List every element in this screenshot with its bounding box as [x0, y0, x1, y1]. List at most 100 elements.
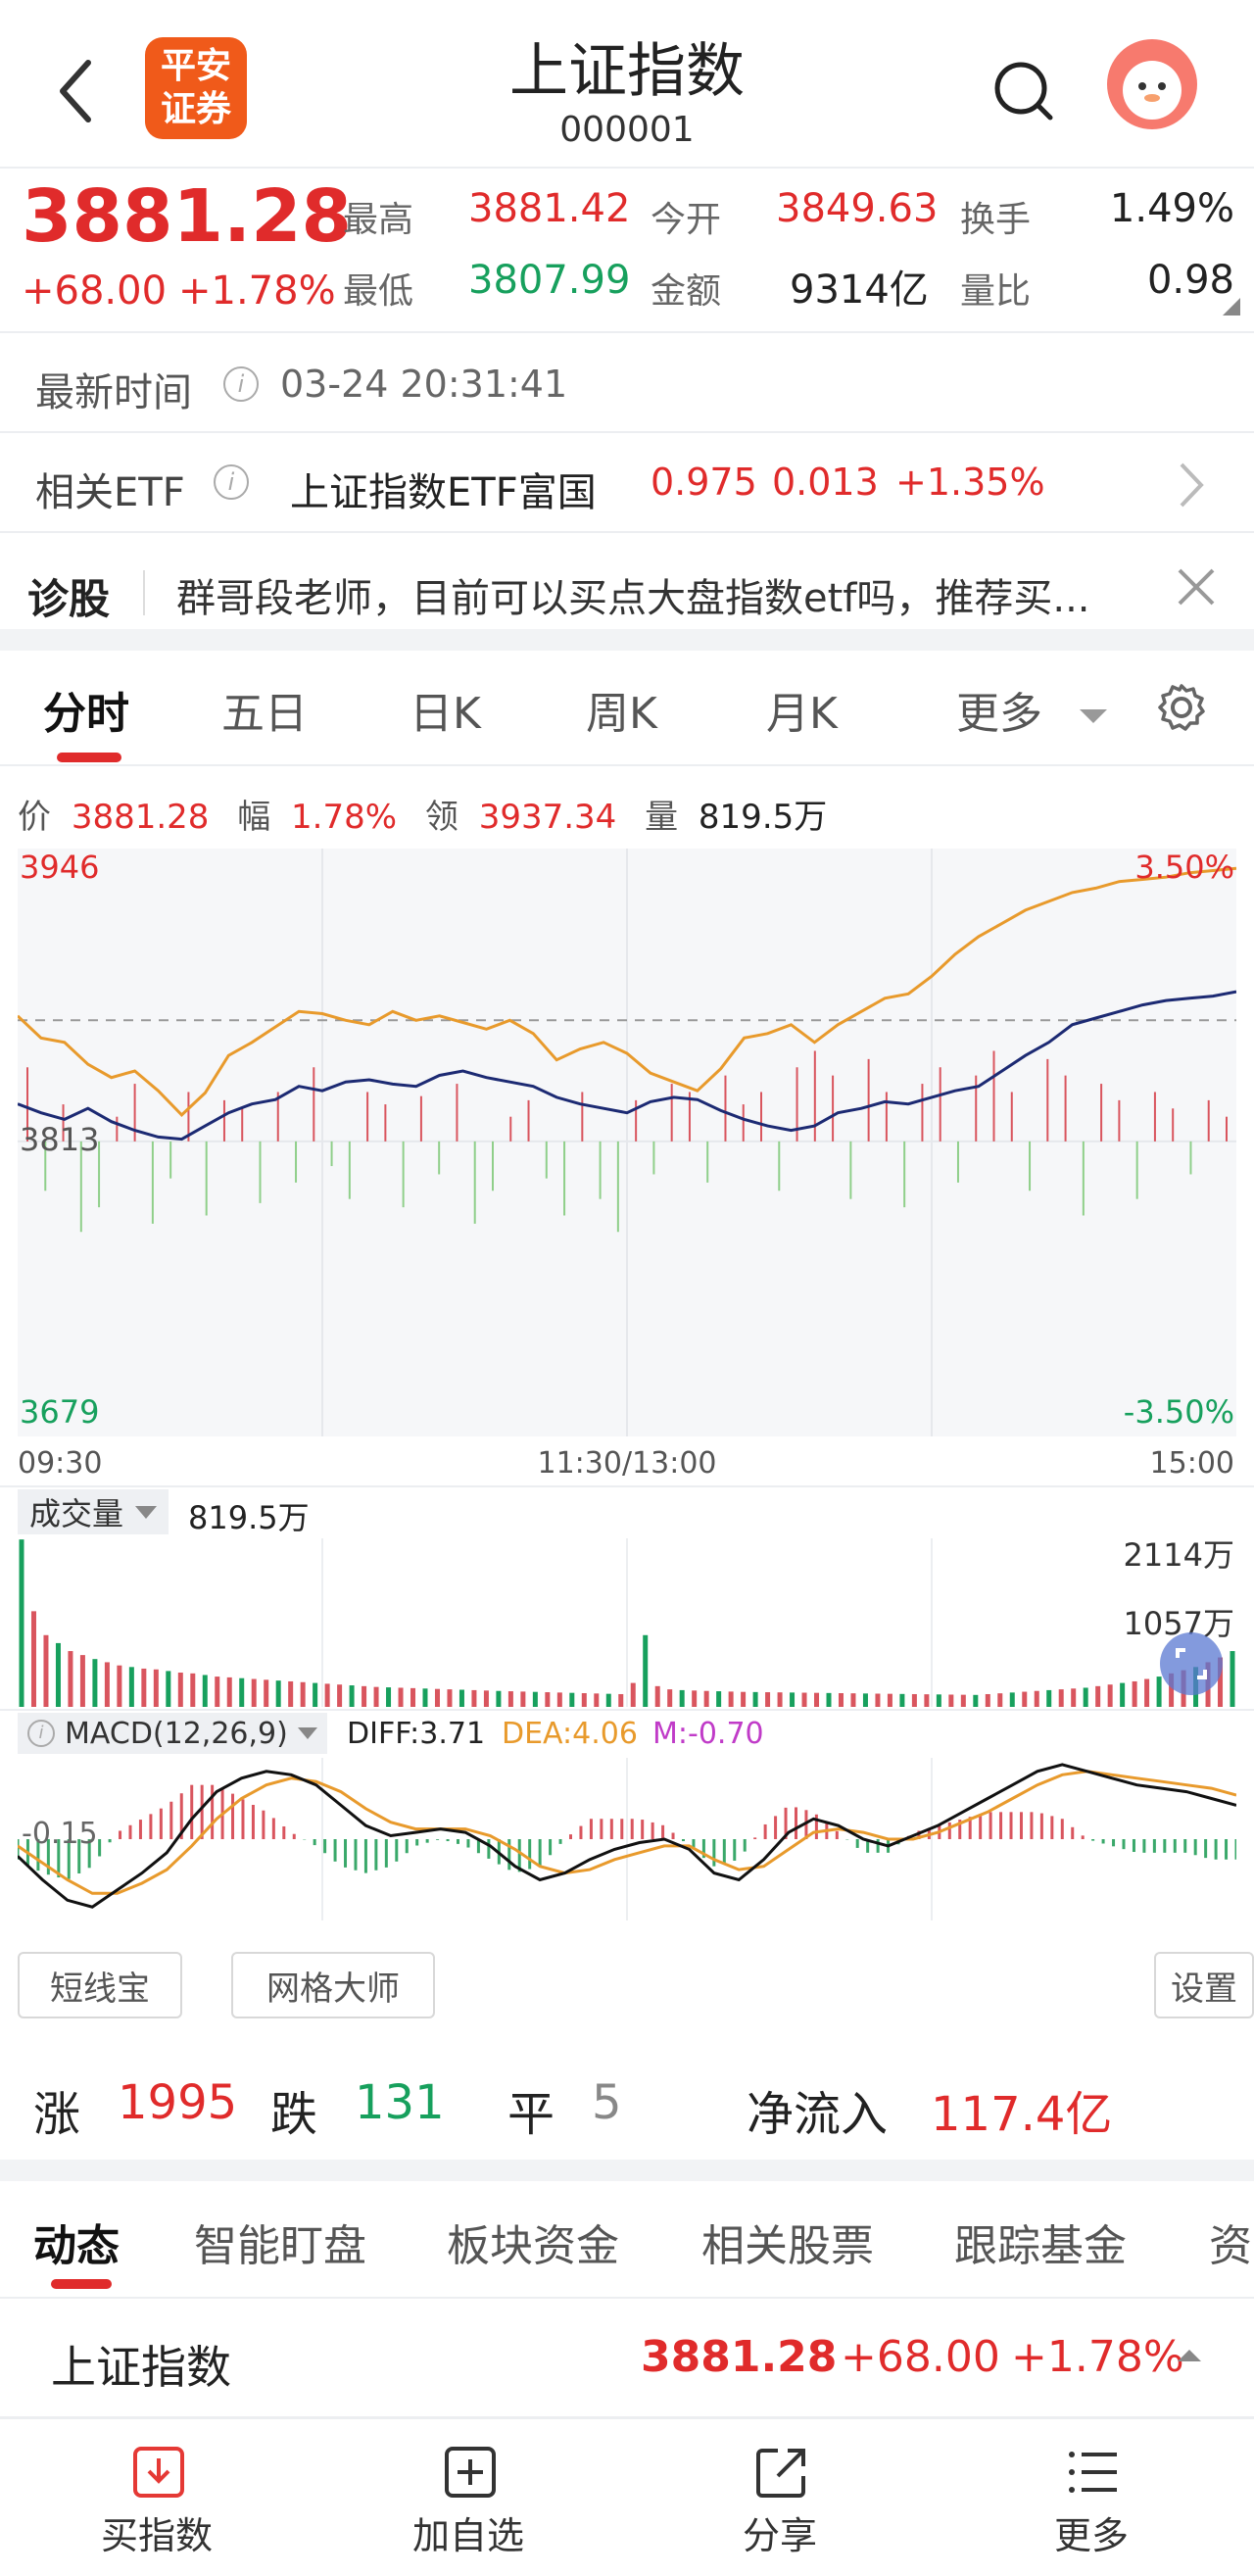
add-watchlist-button[interactable]: 加自选: [370, 2445, 566, 2559]
gear-icon[interactable]: [1156, 682, 1207, 737]
divider: [0, 2416, 1254, 2419]
grid-master-button[interactable]: 网格大师: [231, 1952, 435, 2018]
price-change: +68.00: [22, 268, 168, 314]
divider: [0, 1709, 1254, 1711]
volume-bar: [1046, 1689, 1052, 1707]
volume-bar: [790, 1692, 796, 1707]
tab-daily-k[interactable]: 日K: [410, 678, 481, 741]
intraday-chart[interactable]: [18, 849, 1236, 1436]
volume-bar: [362, 1685, 367, 1707]
volume-bar: [985, 1693, 990, 1707]
more-button[interactable]: 更多: [993, 2445, 1189, 2559]
caret-down-icon: [1080, 709, 1107, 723]
divider: [143, 570, 145, 615]
volume-bar: [117, 1665, 122, 1707]
ticker-name: 上证指数: [51, 2341, 231, 2394]
volume-bar: [1144, 1678, 1150, 1707]
volume-bar: [386, 1687, 392, 1707]
up-count: 1995: [118, 2075, 238, 2130]
broker-logo: 平安 证券: [145, 37, 247, 139]
volume-bar: [936, 1694, 941, 1707]
tab-tracking-funds[interactable]: 跟踪基金: [954, 2211, 1127, 2273]
short-term-button[interactable]: 短线宝: [18, 1952, 182, 2018]
caret-up-icon[interactable]: [1178, 2350, 1201, 2361]
flat-label: 平: [507, 2087, 555, 2142]
stat-label: 最低: [343, 271, 414, 312]
volume-bar: [55, 1642, 61, 1707]
stock-code: 000001: [559, 110, 695, 150]
stat-label: 换手: [960, 200, 1032, 240]
etf-pct: +1.35%: [895, 461, 1045, 504]
tab-weekly-k[interactable]: 周K: [586, 678, 657, 741]
nav-label: 分享: [742, 2514, 817, 2557]
avatar[interactable]: [1107, 39, 1197, 129]
price-change-pct: +1.78%: [178, 268, 336, 314]
volume-bar: [667, 1689, 673, 1707]
tab-more[interactable]: 更多: [956, 678, 1113, 741]
volume-bar: [1230, 1651, 1235, 1707]
settings-button[interactable]: 设置: [1154, 1952, 1254, 2018]
volume-bar: [765, 1692, 771, 1707]
volume-bar: [422, 1688, 428, 1707]
fullscreen-icon[interactable]: [1160, 1632, 1223, 1695]
volume-bar: [1058, 1689, 1064, 1707]
section-gap: [0, 2160, 1254, 2181]
share-button[interactable]: 分享: [682, 2445, 878, 2559]
tab-related-stocks[interactable]: 相关股票: [701, 2211, 874, 2273]
volume-bar: [410, 1687, 416, 1707]
back-icon[interactable]: [51, 57, 100, 125]
volume-bar: [92, 1659, 98, 1707]
expand-corner-icon[interactable]: [1223, 298, 1240, 316]
volume-bar: [43, 1634, 49, 1707]
volume-bar: [716, 1691, 722, 1707]
menu-icon: [1066, 2445, 1117, 2496]
divider: [0, 764, 1254, 766]
search-icon[interactable]: [989, 57, 1058, 125]
tab-intraday[interactable]: 分时: [43, 678, 129, 741]
info-icon[interactable]: i: [223, 366, 259, 402]
volume-bar: [703, 1690, 709, 1707]
tab-sector-funds[interactable]: 板块资金: [447, 2211, 619, 2273]
volume-bar: [862, 1693, 868, 1707]
volume-bar: [288, 1680, 294, 1707]
volume-bar: [496, 1690, 502, 1707]
volume-bar: [850, 1693, 856, 1707]
tab-five-day[interactable]: 五日: [221, 678, 308, 741]
y-label-mid: 3813: [20, 1121, 100, 1158]
download-icon: [131, 2445, 184, 2498]
update-label: 最新时间: [35, 370, 192, 415]
volume-bar: [520, 1691, 526, 1707]
volume-bar: [899, 1693, 905, 1707]
volume-bar: [19, 1539, 24, 1707]
stat-value: 3807.99: [468, 258, 631, 303]
chart-info-bar: 价 3881.28 幅 1.78% 领 3937.34 量 819.5万: [18, 798, 828, 837]
etf-row[interactable]: 相关ETF i 上证指数ETF富国 0.975 0.013 +1.35%: [0, 433, 1254, 531]
volume-bar: [594, 1693, 600, 1707]
volume-selector[interactable]: 成交量: [18, 1489, 169, 1534]
volume-bar: [569, 1692, 575, 1707]
tab-smart-watch[interactable]: 智能盯盘: [194, 2211, 366, 2273]
volume-max-label: 2114万: [1123, 1536, 1234, 1574]
diagnose-label: 诊股: [27, 575, 111, 623]
volume-bar: [434, 1688, 440, 1707]
divider: [0, 331, 1254, 333]
buy-index-button[interactable]: 买指数: [59, 2445, 255, 2559]
info-icon[interactable]: i: [214, 464, 249, 500]
ticker-pct: +1.78%: [1011, 2332, 1184, 2382]
volume-bar: [1009, 1692, 1015, 1707]
volume-bar: [1095, 1685, 1101, 1707]
volume-bar: [313, 1682, 318, 1707]
tab-monthly-k[interactable]: 月K: [766, 678, 838, 741]
volume-bar: [545, 1692, 551, 1707]
volume-bar: [924, 1694, 930, 1707]
volume-bar: [777, 1692, 783, 1707]
tab-overflow[interactable]: 资: [1209, 2211, 1252, 2273]
net-flow-label: 净流入: [747, 2087, 889, 2142]
stat-value: 0.98: [1146, 258, 1234, 303]
tab-news[interactable]: 动态: [33, 2211, 120, 2273]
macd-selector[interactable]: i MACD(12,26,9): [18, 1713, 327, 1754]
etf-change: 0.013: [772, 461, 879, 504]
diagnose-text[interactable]: 群哥段老师，目前可以买点大盘指数etf吗，推荐买...: [176, 566, 1166, 623]
close-icon[interactable]: [1176, 566, 1217, 611]
macd-level-label: -0.15: [22, 1817, 98, 1851]
